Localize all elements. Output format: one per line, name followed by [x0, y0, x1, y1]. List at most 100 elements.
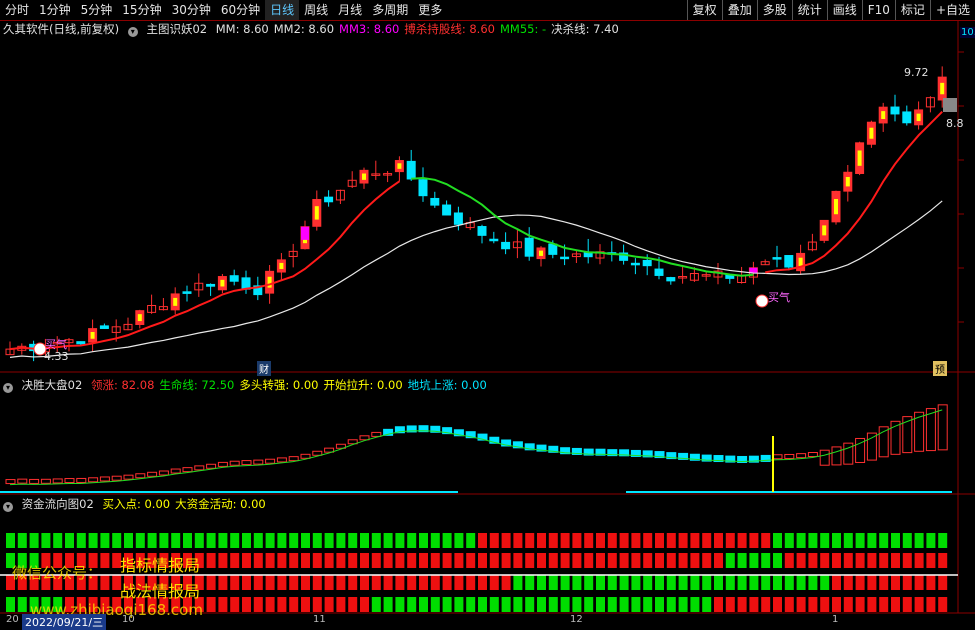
flow-cell: [584, 533, 594, 548]
flow-cell: [690, 597, 700, 612]
candle-highlight: [881, 111, 886, 120]
candle-highlight: [267, 276, 272, 288]
flow-cell: [147, 533, 157, 548]
flow-cell: [714, 575, 723, 590]
flow-cell: [88, 533, 98, 548]
flow-cell: [454, 597, 464, 612]
flow-cell: [631, 553, 641, 568]
finance-marker[interactable]: 财: [257, 361, 271, 376]
flow-cell: [312, 533, 322, 548]
flow-cell: [324, 553, 334, 568]
flow-cell: [879, 533, 889, 548]
flow-cell: [360, 533, 369, 548]
flow-cell: [619, 553, 629, 568]
flow-cell: [371, 575, 381, 590]
flow-cell: [324, 575, 334, 590]
step-box: [99, 476, 110, 482]
flow-cell: [419, 533, 428, 548]
flow-cell: [843, 533, 853, 548]
flow-cell: [784, 575, 794, 590]
flow-cell: [702, 575, 712, 590]
flow-cell: [218, 553, 228, 568]
flow-cell: [371, 553, 381, 568]
flow-cell: [442, 597, 452, 612]
flow-cell: [336, 597, 346, 612]
flow-cell: [537, 533, 546, 548]
flow-cell: [442, 553, 452, 568]
flow-cell: [454, 553, 464, 568]
candle-body: [418, 179, 428, 197]
step-box: [902, 416, 913, 454]
flow-cell: [265, 575, 275, 590]
buy-signal-label-1: 买气: [45, 338, 67, 351]
flow-cell: [348, 553, 358, 568]
flow-cell: [419, 597, 428, 612]
flow-cell: [395, 575, 405, 590]
flow-cell: [796, 533, 806, 548]
flow-cell: [926, 575, 936, 590]
flow-cell: [820, 575, 830, 590]
flow-cell: [808, 597, 818, 612]
flow-cell: [761, 533, 771, 548]
flow-cell: [773, 597, 782, 612]
flow-cell: [478, 575, 487, 590]
step-box: [111, 475, 122, 481]
flow-cell: [525, 553, 535, 568]
flow-cell: [442, 533, 452, 548]
flow-cell: [407, 553, 417, 568]
flow-cell: [891, 575, 900, 590]
flow-cell: [914, 533, 924, 548]
flow-cell: [242, 553, 251, 568]
step-box: [64, 478, 75, 484]
flow-cell: [135, 533, 145, 548]
flow-cell: [206, 533, 216, 548]
flow-cell: [501, 575, 511, 590]
flow-cell: [242, 575, 251, 590]
flow-cell: [666, 533, 676, 548]
flow-cell: [312, 597, 322, 612]
flow-cell: [737, 597, 747, 612]
step-box: [241, 460, 252, 466]
flow-cell: [371, 533, 381, 548]
candle-body: [453, 212, 463, 225]
flow-cell: [843, 597, 853, 612]
kline-chart[interactable]: [0, 0, 975, 628]
flow-cell: [643, 553, 653, 568]
flow-cell: [513, 553, 523, 568]
flow-cell: [371, 597, 381, 612]
flow-cell: [383, 575, 393, 590]
candle-body: [501, 241, 511, 250]
flow-cell: [596, 533, 605, 548]
flow-cell: [938, 553, 948, 568]
candle-highlight: [940, 82, 945, 95]
flow-cell: [230, 575, 240, 590]
time-tick: 11: [313, 614, 326, 625]
forecast-marker[interactable]: 预: [933, 361, 947, 376]
candle-body: [182, 291, 192, 294]
candle-body: [430, 197, 440, 206]
flow-cell: [395, 597, 405, 612]
step-box: [182, 467, 193, 473]
flow-cell: [655, 553, 664, 568]
flow-cell: [218, 575, 228, 590]
flow-cell: [430, 533, 440, 548]
watermark-wechat: 微信公众号：: [12, 564, 103, 582]
flow-cell: [548, 597, 558, 612]
flow-cell: [277, 597, 287, 612]
candle-body: [99, 325, 109, 329]
flow-cell: [879, 597, 889, 612]
flow-cell: [596, 575, 605, 590]
flow-cell: [891, 597, 900, 612]
flow-cell: [501, 553, 511, 568]
candle-body: [560, 256, 570, 260]
flow-cell: [548, 575, 558, 590]
flow-cell: [761, 553, 771, 568]
candle-magenta: [301, 226, 309, 240]
flow-cell: [206, 575, 216, 590]
flow-cell: [596, 597, 605, 612]
step-box: [17, 478, 28, 484]
flow-cell: [513, 597, 523, 612]
candle-highlight: [822, 225, 827, 236]
step-box: [217, 461, 228, 467]
candle-highlight: [173, 297, 178, 306]
